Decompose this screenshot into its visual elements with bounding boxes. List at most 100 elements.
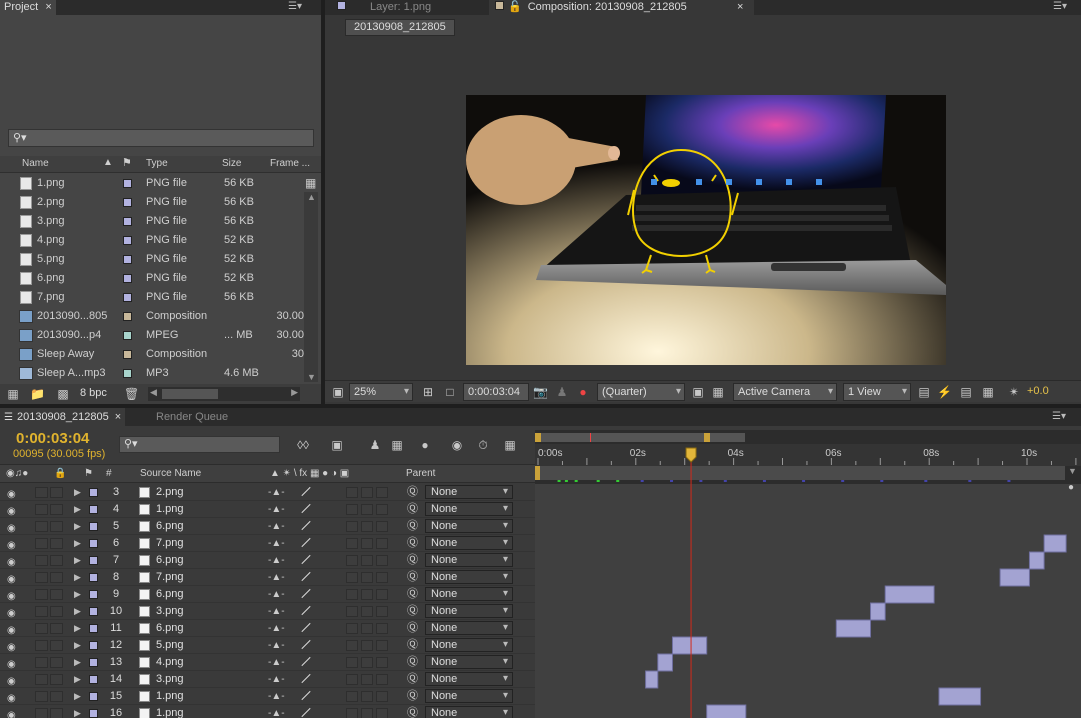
switch-box[interactable] <box>361 691 373 702</box>
switch-box[interactable] <box>376 521 388 532</box>
label-color-swatch[interactable] <box>123 236 132 245</box>
label-color-swatch[interactable] <box>89 641 98 650</box>
visibility-eye-icon[interactable]: ◉ <box>7 707 16 718</box>
project-item[interactable]: 5.png PNG file 52 KB <box>5 250 303 269</box>
close-icon[interactable]: × <box>45 1 51 13</box>
solo-toggle[interactable] <box>50 504 63 515</box>
switch-box[interactable] <box>346 555 358 566</box>
tab-project[interactable]: Project × <box>0 0 56 15</box>
shy-switch-icon[interactable]: -▲- <box>268 705 285 718</box>
layer-duration-bar[interactable] <box>706 704 747 718</box>
parent-dropdown[interactable]: None <box>425 655 513 669</box>
switch-box[interactable] <box>361 606 373 617</box>
solo-toggle[interactable] <box>50 623 63 634</box>
label-color-swatch[interactable] <box>89 692 98 701</box>
composition-mini-flowchart-icon[interactable]: ◊◊ <box>291 437 315 453</box>
column-parent[interactable]: Parent <box>406 465 435 483</box>
label-color-swatch[interactable] <box>89 658 98 667</box>
layer-source-name[interactable]: 1.png <box>156 501 184 518</box>
scroll-left-icon[interactable]: ◀ <box>150 387 157 398</box>
solo-toggle[interactable] <box>50 691 63 702</box>
timeline-icon[interactable]: ▤ <box>959 384 973 400</box>
quality-switch-icon[interactable] <box>301 554 311 565</box>
layer-row[interactable]: ◉ ▶ 14 3.png -▲- Ⓠ None <box>0 671 535 688</box>
layer-row[interactable]: ◉ ▶ 9 6.png -▲- Ⓠ None <box>0 586 535 603</box>
lock-icon[interactable]: 🔓 <box>508 1 522 13</box>
column-frame-rate[interactable]: Frame ... <box>270 158 310 169</box>
motion-blur-icon[interactable]: ● <box>416 437 434 453</box>
switch-box[interactable] <box>361 674 373 685</box>
column-source-name[interactable]: Source Name <box>140 465 201 483</box>
column-type[interactable]: Type <box>146 158 168 169</box>
panel-menu-icon[interactable]: ☰▾ <box>1053 1 1067 12</box>
label-color-swatch[interactable] <box>89 539 98 548</box>
audio-toggle[interactable] <box>35 572 48 583</box>
quality-switch-icon[interactable] <box>301 605 311 616</box>
shy-switch-icon[interactable]: -▲- <box>268 501 285 518</box>
solo-toggle[interactable] <box>50 538 63 549</box>
scroll-right-icon[interactable]: ▶ <box>291 387 298 398</box>
layer-duration-bar[interactable] <box>1043 534 1067 553</box>
parent-pickwhip-icon[interactable]: Ⓠ <box>407 535 418 552</box>
quality-switch-icon[interactable] <box>301 520 311 531</box>
switch-box[interactable] <box>361 504 373 515</box>
shy-switch-icon[interactable]: -▲- <box>268 535 285 552</box>
region-of-interest-icon[interactable]: ▣ <box>691 384 705 400</box>
new-composition-icon[interactable]: ▩ <box>56 386 70 402</box>
scroll-up-icon[interactable]: ▲ <box>307 192 316 202</box>
audio-toggle[interactable] <box>35 589 48 600</box>
project-item[interactable]: 1.png PNG file 56 KB <box>5 174 303 193</box>
switch-box[interactable] <box>361 521 373 532</box>
layer-duration-bar[interactable] <box>938 687 982 706</box>
quality-switch-icon[interactable] <box>301 537 311 548</box>
parent-dropdown[interactable]: None <box>425 485 513 499</box>
camera-dropdown[interactable]: Active Camera <box>733 383 837 401</box>
solo-toggle[interactable] <box>50 487 63 498</box>
quality-switch-icon[interactable] <box>301 571 311 582</box>
layer-row[interactable]: ◉ ▶ 4 1.png -▲- Ⓠ None <box>0 501 535 518</box>
label-color-swatch[interactable] <box>123 217 132 226</box>
scroll-down-icon[interactable]: ▼ <box>307 372 316 382</box>
column-layer-number[interactable]: # <box>106 465 112 483</box>
expand-triangle-icon[interactable]: ▶ <box>74 518 81 535</box>
parent-dropdown[interactable]: None <box>425 706 513 718</box>
parent-pickwhip-icon[interactable]: Ⓠ <box>407 620 418 637</box>
frame-blending-icon[interactable]: ▦ <box>388 437 406 453</box>
panel-menu-icon[interactable]: ☰▾ <box>1052 411 1066 422</box>
label-color-swatch[interactable] <box>89 590 98 599</box>
layer-source-name[interactable]: 2.png <box>156 484 184 501</box>
parent-dropdown[interactable]: None <box>425 689 513 703</box>
label-color-swatch[interactable] <box>123 255 132 264</box>
auto-keyframe-stopwatch-icon[interactable]: ⏱ <box>474 437 492 453</box>
shy-switch-icon[interactable]: -▲- <box>268 671 285 688</box>
quality-switch-icon[interactable] <box>301 588 311 599</box>
audio-toggle[interactable] <box>35 487 48 498</box>
time-ruler[interactable]: 0:00s 02s 04s 06s 08s 10s <box>535 430 1081 718</box>
solo-toggle[interactable] <box>50 555 63 566</box>
solo-toggle[interactable] <box>50 640 63 651</box>
shy-switch-icon[interactable]: -▲- <box>268 688 285 705</box>
layer-source-name[interactable]: 6.png <box>156 586 184 603</box>
expand-triangle-icon[interactable]: ▶ <box>74 654 81 671</box>
project-scrollbar[interactable]: ▲ ▼ <box>304 192 318 382</box>
toggle-mask-icon[interactable]: □ <box>443 384 457 400</box>
label-color-swatch[interactable] <box>89 556 98 565</box>
parent-pickwhip-icon[interactable]: Ⓠ <box>407 654 418 671</box>
audio-toggle[interactable] <box>35 504 48 515</box>
layer-row[interactable]: ◉ ▶ 8 7.png -▲- Ⓠ None <box>0 569 535 586</box>
parent-pickwhip-icon[interactable]: Ⓠ <box>407 552 418 569</box>
layer-source-name[interactable]: 1.png <box>156 688 184 705</box>
graph-editor-icon[interactable]: ▦ <box>500 437 520 453</box>
color-channels-icon[interactable]: ● <box>575 384 591 400</box>
switch-box[interactable] <box>376 674 388 685</box>
switch-box[interactable] <box>376 657 388 668</box>
audio-toggle[interactable] <box>35 623 48 634</box>
layer-row[interactable]: ◉ ▶ 12 5.png -▲- Ⓠ None <box>0 637 535 654</box>
project-item[interactable]: 2013090...p4 MPEG ... MB 30.00 <box>5 326 304 345</box>
shy-switch-icon[interactable]: -▲- <box>268 637 285 654</box>
project-item[interactable]: 3.png PNG file 56 KB <box>5 212 303 231</box>
layer-duration-bar[interactable] <box>1028 551 1045 570</box>
bit-depth-button[interactable]: 8 bpc <box>80 387 107 399</box>
solo-toggle[interactable] <box>50 572 63 583</box>
label-color-swatch[interactable] <box>123 312 132 321</box>
